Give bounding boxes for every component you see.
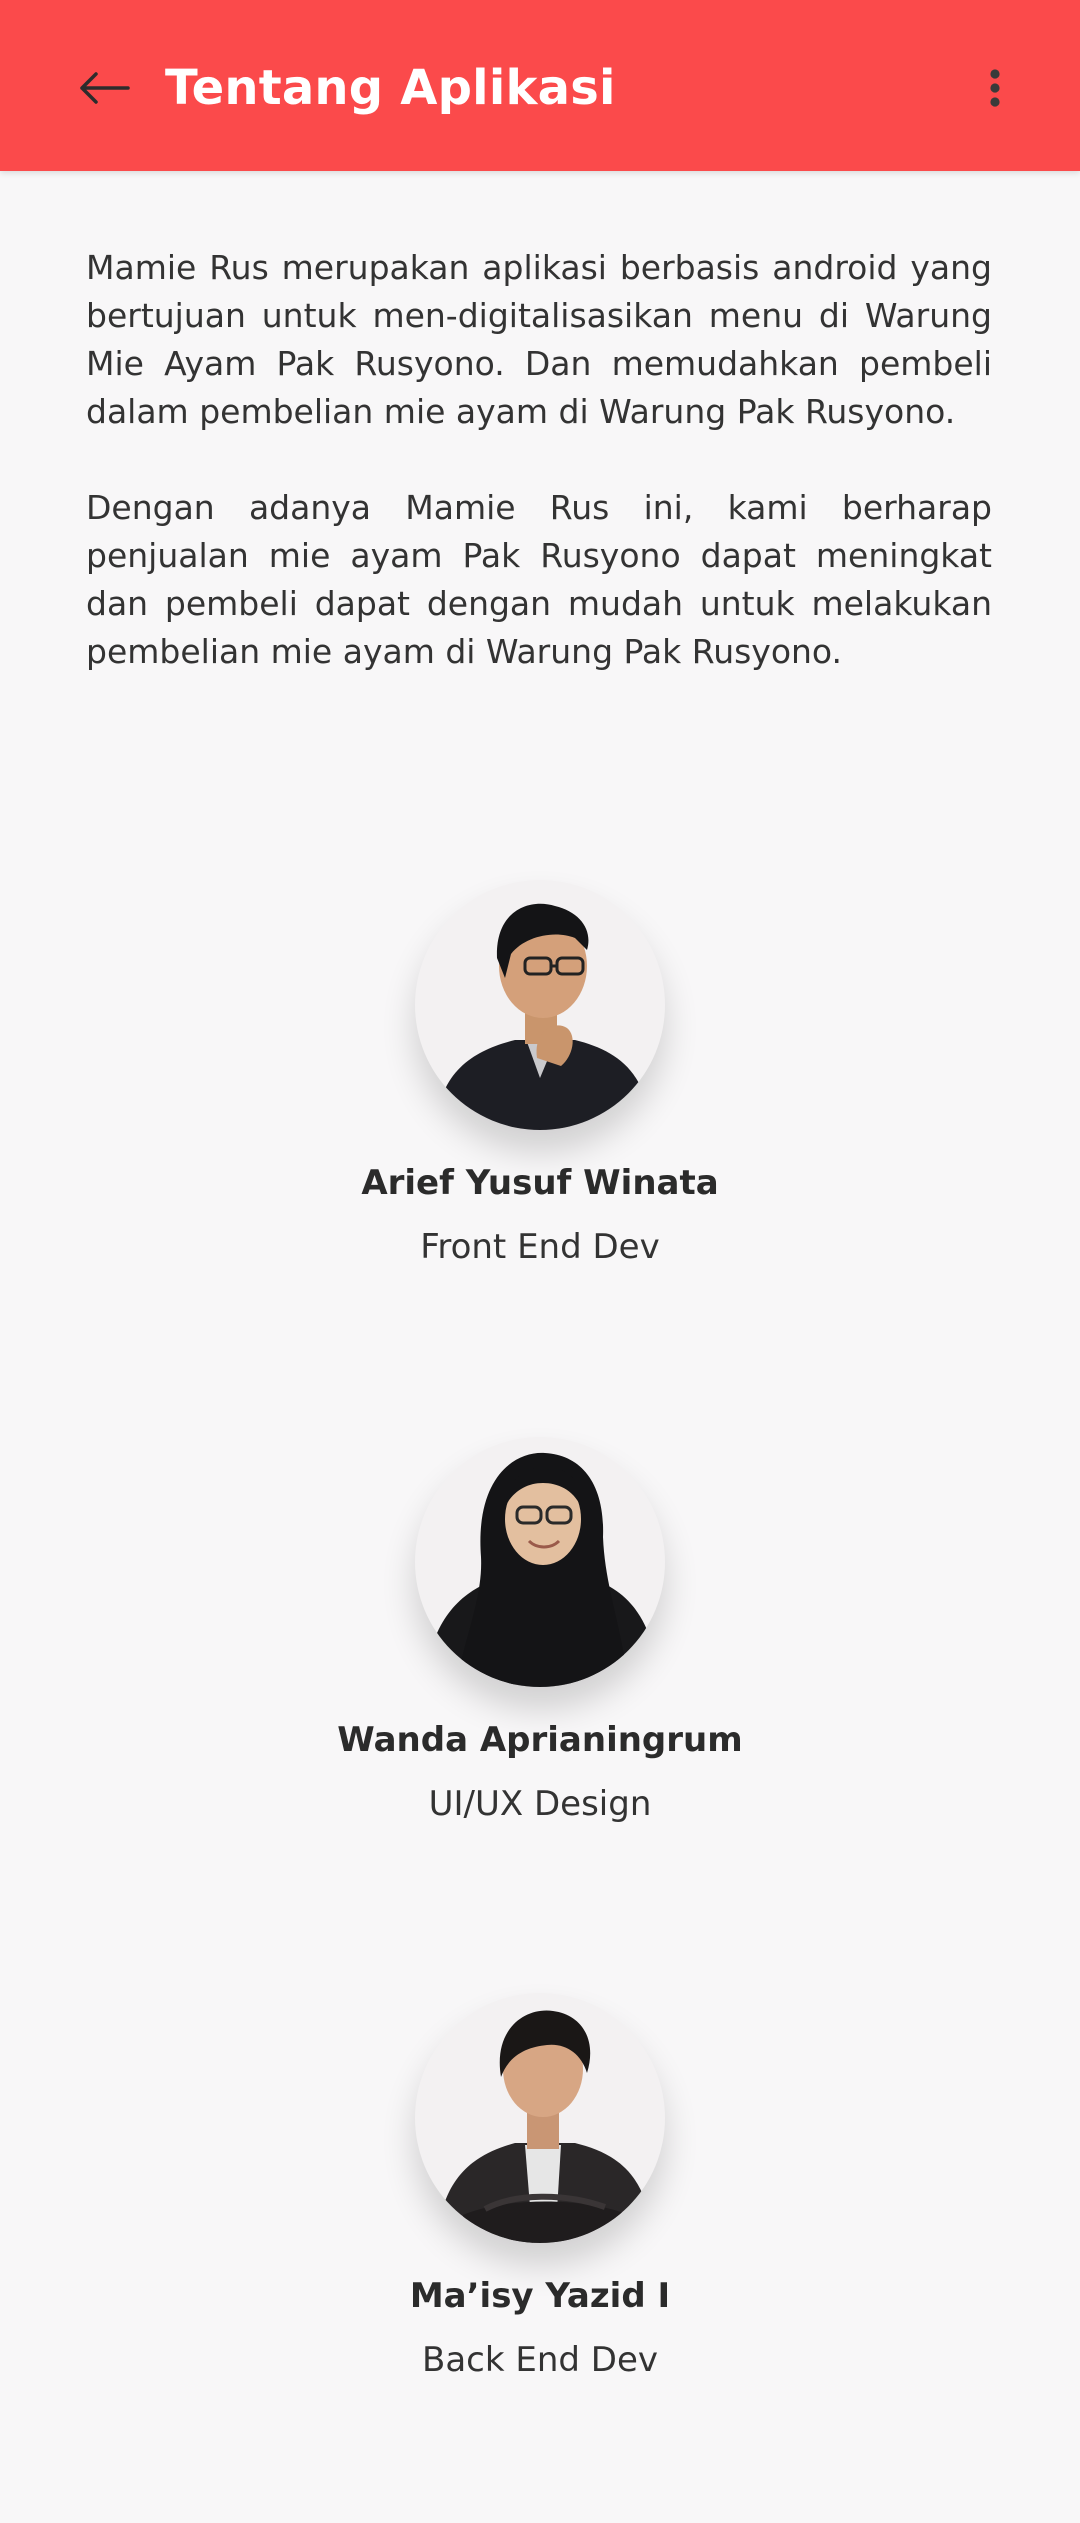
- member-name: Ma’isy Yazid I: [409, 2276, 671, 2316]
- description-paragraph-1: Mamie Rus merupakan aplikasi berbasis an…: [86, 248, 992, 431]
- member-avatar: [415, 1437, 665, 1687]
- member-photo: [435, 903, 651, 1130]
- team-member-card: Wanda Aprianingrum UI/UX Design: [0, 1437, 1080, 1827]
- member-avatar: [415, 880, 665, 1130]
- member-photo: [425, 1452, 659, 1687]
- team-member-card: Ma’isy Yazid I Back End Dev: [0, 1993, 1080, 2383]
- member-name: Wanda Aprianingrum: [337, 1720, 743, 1760]
- member-name: Arief Yusuf Winata: [361, 1163, 719, 1203]
- member-role: Back End Dev: [422, 2340, 658, 2380]
- page-title: Tentang Aplikasi: [165, 60, 616, 116]
- team-member-card: Arief Yusuf Winata Front End Dev: [0, 880, 1080, 1270]
- more-options-button[interactable]: [960, 48, 1030, 128]
- member-role: Front End Dev: [420, 1227, 660, 1267]
- member-photo: [437, 2010, 653, 2243]
- description-paragraph-2: Dengan adanya Mamie Rus ini, kami berhar…: [86, 488, 992, 671]
- member-avatar: [415, 1993, 665, 2243]
- back-button[interactable]: [58, 48, 150, 128]
- member-role: UI/UX Design: [428, 1784, 652, 1824]
- app-bar: Tentang Aplikasi: [0, 0, 1080, 171]
- more-vertical-icon: [990, 69, 1000, 107]
- arrow-left-icon: [80, 72, 130, 104]
